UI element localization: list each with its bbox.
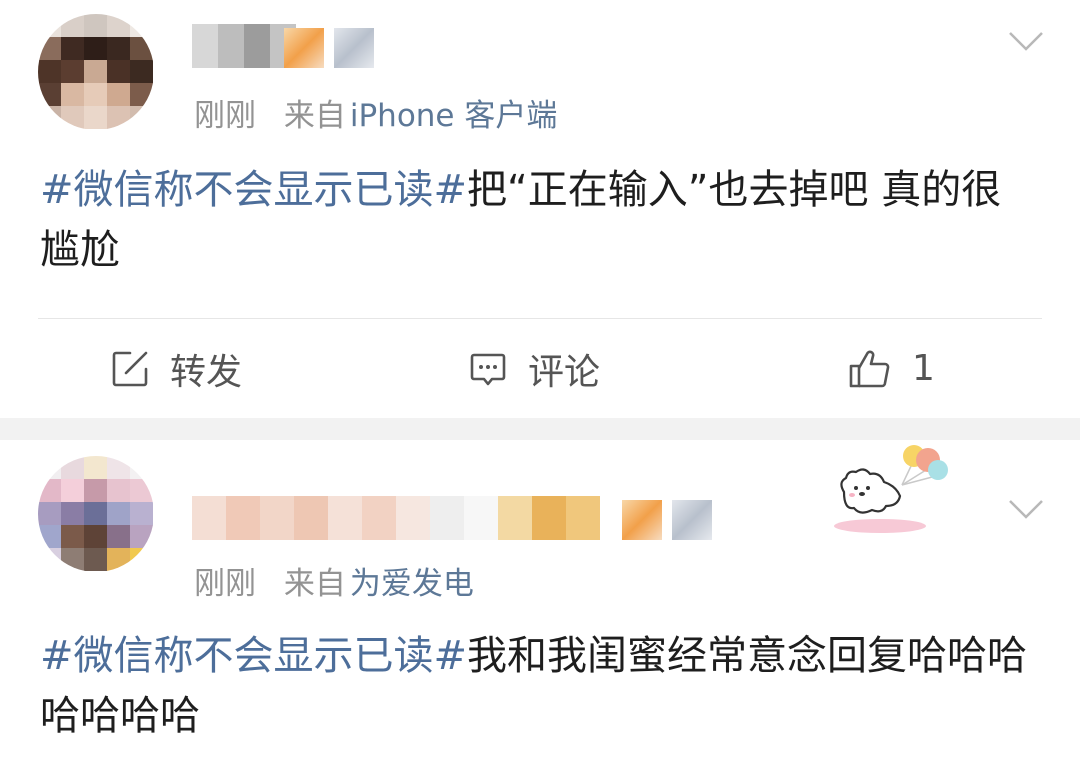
level-badge-icon xyxy=(672,500,712,540)
like-button[interactable]: 1 xyxy=(848,319,935,418)
comment-bubble-icon xyxy=(468,349,508,389)
level-badge-icon xyxy=(334,28,374,68)
source-prefix: 来自 xyxy=(283,98,346,134)
repost-button[interactable]: 转发 xyxy=(110,319,242,418)
bear-balloon-sticker-icon xyxy=(830,440,960,540)
post-content: #微信称不会显示已读#把“正在输入”也去掉吧 真的很尴尬 xyxy=(40,160,1040,280)
chevron-down-icon[interactable] xyxy=(1008,30,1044,52)
repost-label: 转发 xyxy=(170,351,243,393)
post-separator xyxy=(0,418,1080,440)
source-prefix: 来自 xyxy=(283,566,346,602)
like-count: 1 xyxy=(912,348,935,389)
post-time: 刚刚 xyxy=(194,566,256,602)
user-avatar[interactable] xyxy=(38,456,154,572)
action-bar: 转发 评论 1 xyxy=(0,319,1080,418)
hashtag-link[interactable]: #微信称不会显示已读# xyxy=(40,633,467,679)
user-avatar[interactable] xyxy=(38,14,154,130)
thumbs-up-icon xyxy=(848,348,892,390)
chevron-down-icon[interactable] xyxy=(1008,498,1044,520)
edit-square-icon xyxy=(110,349,150,389)
vip-badge-icon xyxy=(284,28,324,68)
post-content: #微信称不会显示已读#我和我闺蜜经常意念回复哈哈哈哈哈哈哈 xyxy=(40,626,1040,746)
post-source-link[interactable]: 为爱发电 xyxy=(350,566,474,602)
hashtag-link[interactable]: #微信称不会显示已读# xyxy=(40,167,467,213)
post-source-link[interactable]: iPhone 客户端 xyxy=(350,98,558,134)
username-blurred[interactable] xyxy=(192,496,600,540)
vip-badge-icon xyxy=(622,500,662,540)
post-meta: 刚刚 来自 为爱发电 xyxy=(194,558,474,603)
comment-label: 评论 xyxy=(528,351,601,393)
comment-button[interactable]: 评论 xyxy=(468,319,600,418)
post-time: 刚刚 xyxy=(194,98,256,134)
username-blurred[interactable] xyxy=(192,24,296,68)
post-meta: 刚刚 来自 iPhone 客户端 xyxy=(194,90,557,135)
weibo-post: 刚刚 来自 iPhone 客户端 #微信称不会显示已读#把“正在输入”也去掉吧 真… xyxy=(0,0,1080,418)
